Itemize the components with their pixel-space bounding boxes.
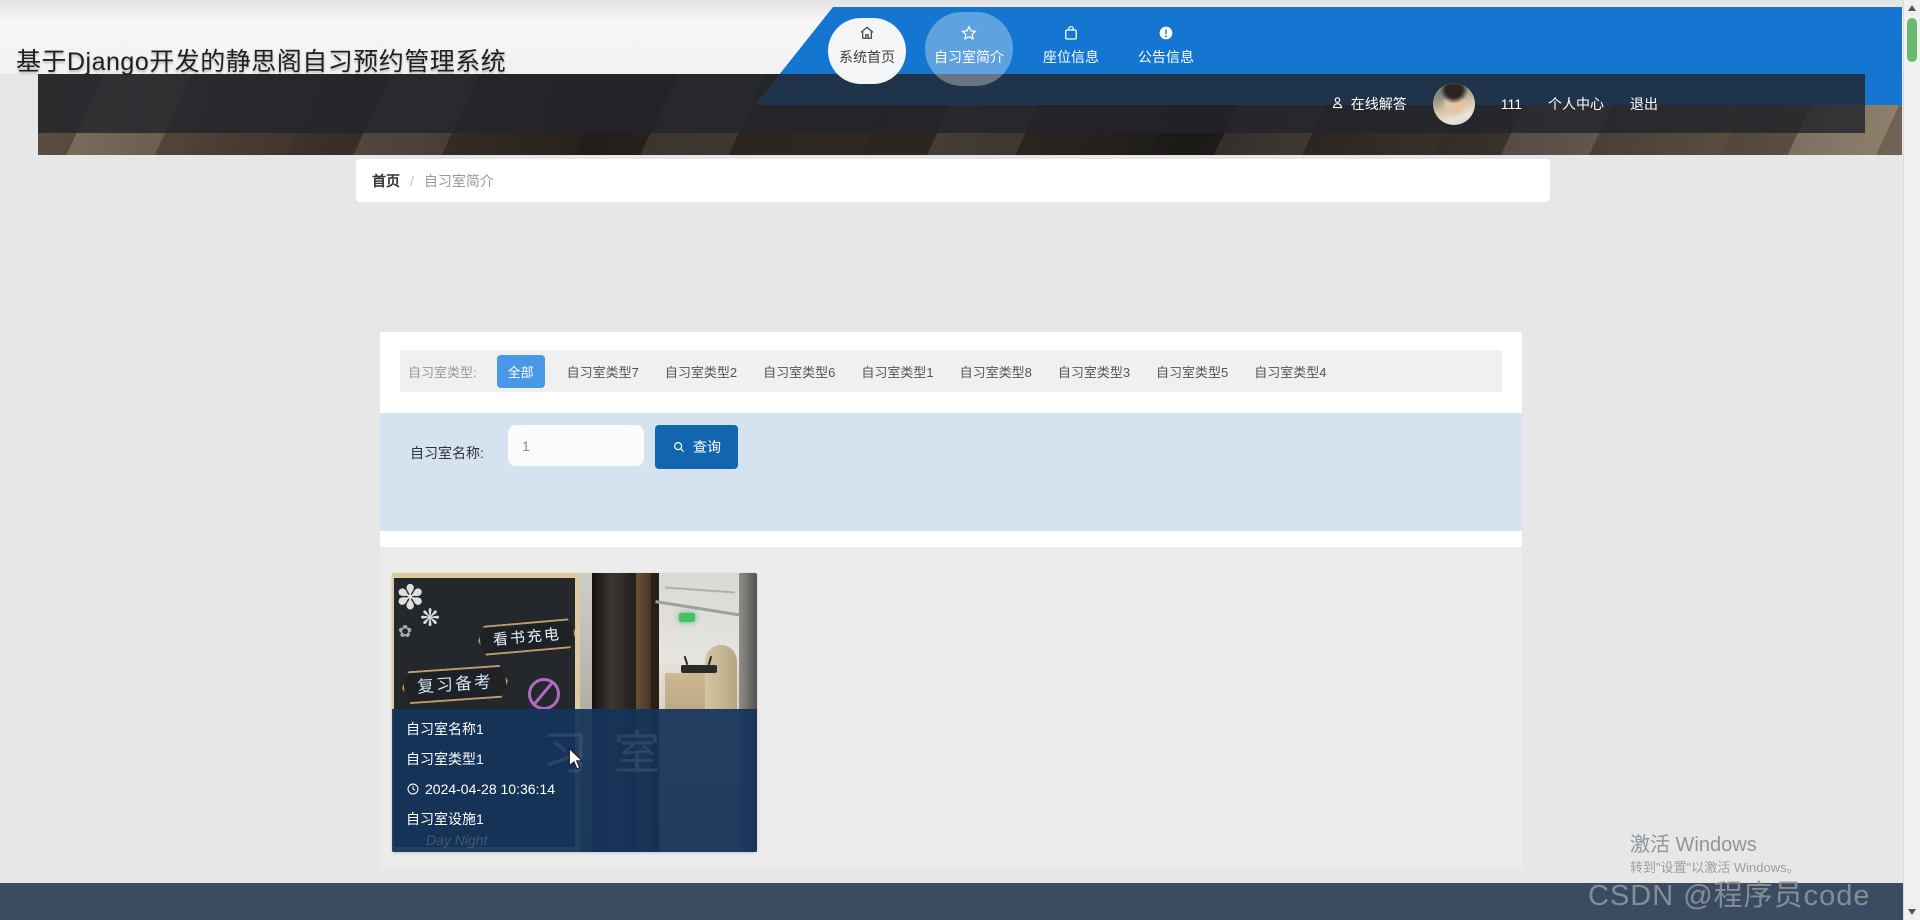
vertical-scrollbar[interactable] bbox=[1903, 0, 1920, 920]
nav-item-home[interactable]: 系统首页 bbox=[817, 16, 917, 94]
chalk-banner-2: 复习备考 bbox=[401, 664, 509, 704]
filter-tag[interactable]: 自习室类型4 bbox=[1254, 362, 1326, 381]
scrollbar-thumb[interactable] bbox=[1907, 18, 1917, 62]
breadcrumb-current: 自习室简介 bbox=[423, 172, 494, 189]
filter-tag[interactable]: 自习室类型5 bbox=[1156, 362, 1228, 381]
photo-router bbox=[681, 665, 717, 673]
info-icon bbox=[1157, 24, 1175, 42]
chalk-flower: ❋ bbox=[420, 605, 441, 632]
nav-item-label: 系统首页 bbox=[839, 49, 895, 65]
logout-link[interactable]: 退出 bbox=[1630, 94, 1658, 114]
online-qa-label: 在线解答 bbox=[1350, 95, 1407, 112]
search-button-label: 查询 bbox=[693, 439, 721, 455]
nav-item-label: 自习室简介 bbox=[934, 49, 1004, 65]
filter-tag[interactable]: 自习室类型2 bbox=[665, 362, 737, 381]
user-bar-links: 在线解答 111 个人中心 退出 bbox=[1330, 74, 1658, 133]
search-icon bbox=[674, 442, 685, 453]
filter-tag[interactable]: 自习室类型1 bbox=[861, 362, 933, 381]
scroll-up-arrow-icon[interactable] bbox=[1908, 5, 1916, 11]
nav-item-notice-info[interactable]: 公告信息 bbox=[1116, 16, 1216, 94]
breadcrumb-separator: / bbox=[410, 172, 414, 189]
nav-item-study-room-intro[interactable]: 自习室简介 bbox=[919, 12, 1019, 94]
page-title: 基于Django开发的静思阁自习预约管理系统 bbox=[16, 48, 507, 76]
bag-icon bbox=[1062, 24, 1080, 42]
filter-search-panel: 自习室类型: 全部 自习室类型7 自习室类型2 自习室类型6 自习室类型1 自习… bbox=[380, 332, 1522, 547]
chalk-ghost-small: Day Night bbox=[426, 832, 488, 848]
profile-link[interactable]: 个人中心 bbox=[1548, 94, 1604, 114]
filter-tag-all[interactable]: 全部 bbox=[496, 354, 545, 388]
chalk-banner-1: 看书充电 bbox=[477, 618, 577, 656]
room-card[interactable]: ✽ ❋ ✿ 看书充电 复习备考 习室 Day Night 自习室名称1 自习室类… bbox=[392, 573, 757, 852]
filter-tag[interactable]: 自习室类型8 bbox=[960, 362, 1032, 381]
person-icon bbox=[1330, 95, 1345, 113]
room-card-overlay: 习室 Day Night 自习室名称1 自习室类型1 2024-04-28 10… bbox=[392, 709, 757, 852]
room-name: 自习室名称1 bbox=[406, 721, 484, 737]
filter-tag[interactable]: 自习室类型3 bbox=[1058, 362, 1130, 381]
room-name-input[interactable] bbox=[508, 425, 644, 466]
exit-sign bbox=[679, 613, 695, 622]
chalk-flower: ✿ bbox=[398, 622, 413, 641]
avatar[interactable] bbox=[1432, 82, 1475, 125]
activate-windows-watermark: 激活 Windows bbox=[1630, 834, 1757, 856]
home-icon bbox=[858, 24, 876, 42]
nav-item-label: 公告信息 bbox=[1138, 49, 1194, 65]
nav-item-label: 座位信息 bbox=[1043, 49, 1099, 65]
csdn-watermark: CSDN @程序员code bbox=[1588, 880, 1871, 912]
room-facility: 自习室设施1 bbox=[406, 811, 484, 827]
username[interactable]: 111 bbox=[1501, 96, 1522, 112]
search-section: 自习室名称: 查询 bbox=[380, 413, 1522, 531]
scroll-down-arrow-icon[interactable] bbox=[1908, 909, 1916, 915]
filter-tag[interactable]: 自习室类型6 bbox=[763, 362, 835, 381]
room-type-filter: 自习室类型: 全部 自习室类型7 自习室类型2 自习室类型6 自习室类型1 自习… bbox=[400, 350, 1502, 392]
filter-tag[interactable]: 自习室类型7 bbox=[567, 362, 639, 381]
clock-icon bbox=[407, 783, 419, 795]
star-icon bbox=[960, 24, 978, 42]
room-time: 2024-04-28 10:36:14 bbox=[406, 781, 743, 797]
online-qa-link[interactable]: 在线解答 bbox=[1330, 94, 1407, 114]
room-name-label: 自习室名称: bbox=[410, 445, 484, 461]
chalk-purple-mark bbox=[525, 675, 563, 713]
breadcrumb-home-link[interactable]: 首页 bbox=[372, 171, 400, 191]
mouse-cursor bbox=[566, 747, 586, 775]
nav-item-seat-info[interactable]: 座位信息 bbox=[1021, 16, 1121, 94]
search-button[interactable]: 查询 bbox=[655, 425, 738, 469]
room-type-filter-label: 自习室类型: bbox=[408, 364, 477, 380]
breadcrumb: 首页 / 自习室简介 bbox=[356, 159, 1550, 202]
